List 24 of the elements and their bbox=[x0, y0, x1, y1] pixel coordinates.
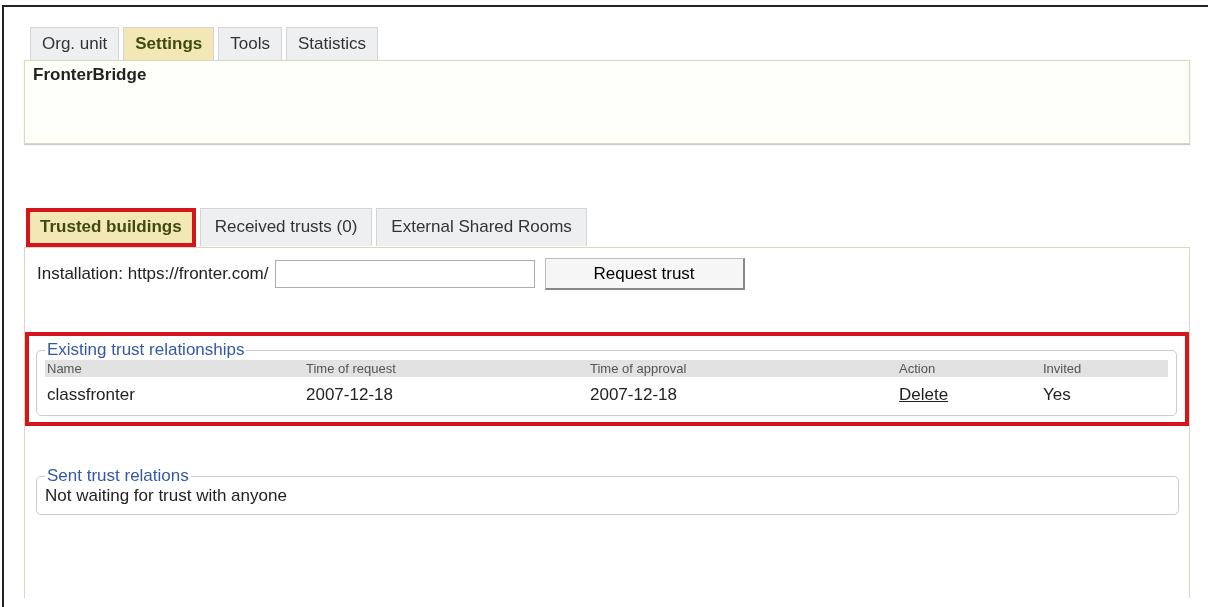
tab[interactable]: Statistics bbox=[285, 27, 378, 60]
tab[interactable]: Settings bbox=[123, 27, 215, 60]
column-header: Time of approval bbox=[588, 360, 897, 377]
group-title: Existing trust relationships bbox=[46, 340, 246, 360]
unit-name: FronterBridge bbox=[33, 65, 148, 85]
column-header: Time of request bbox=[304, 360, 588, 377]
column-header: Name bbox=[45, 360, 304, 377]
request-trust-button[interactable]: Request trust bbox=[544, 258, 745, 290]
installation-label: Installation: https://fronter.com/ bbox=[37, 264, 269, 284]
table-cell-text: 2007-12-18 bbox=[305, 384, 394, 406]
status-text: Not waiting for trust with anyone bbox=[45, 486, 288, 507]
tab[interactable]: Tools bbox=[218, 27, 282, 60]
column-header: Invited bbox=[1041, 360, 1168, 377]
url-field[interactable] bbox=[274, 260, 535, 288]
group-title: Sent trust relations bbox=[46, 466, 190, 486]
delete-link[interactable]: Delete bbox=[899, 385, 949, 404]
tab[interactable]: External Shared Rooms bbox=[376, 208, 587, 246]
table-cell-text: classfronter bbox=[46, 384, 136, 406]
tab[interactable]: Org. unit bbox=[30, 27, 120, 60]
table-cell-text: Yes bbox=[1042, 384, 1072, 406]
tab[interactable]: Trusted buildings bbox=[26, 208, 196, 247]
column-header: Action bbox=[897, 360, 1041, 377]
table-cell-text: 2007-12-18 bbox=[589, 384, 678, 406]
tab[interactable]: Received trusts (0) bbox=[199, 208, 373, 246]
